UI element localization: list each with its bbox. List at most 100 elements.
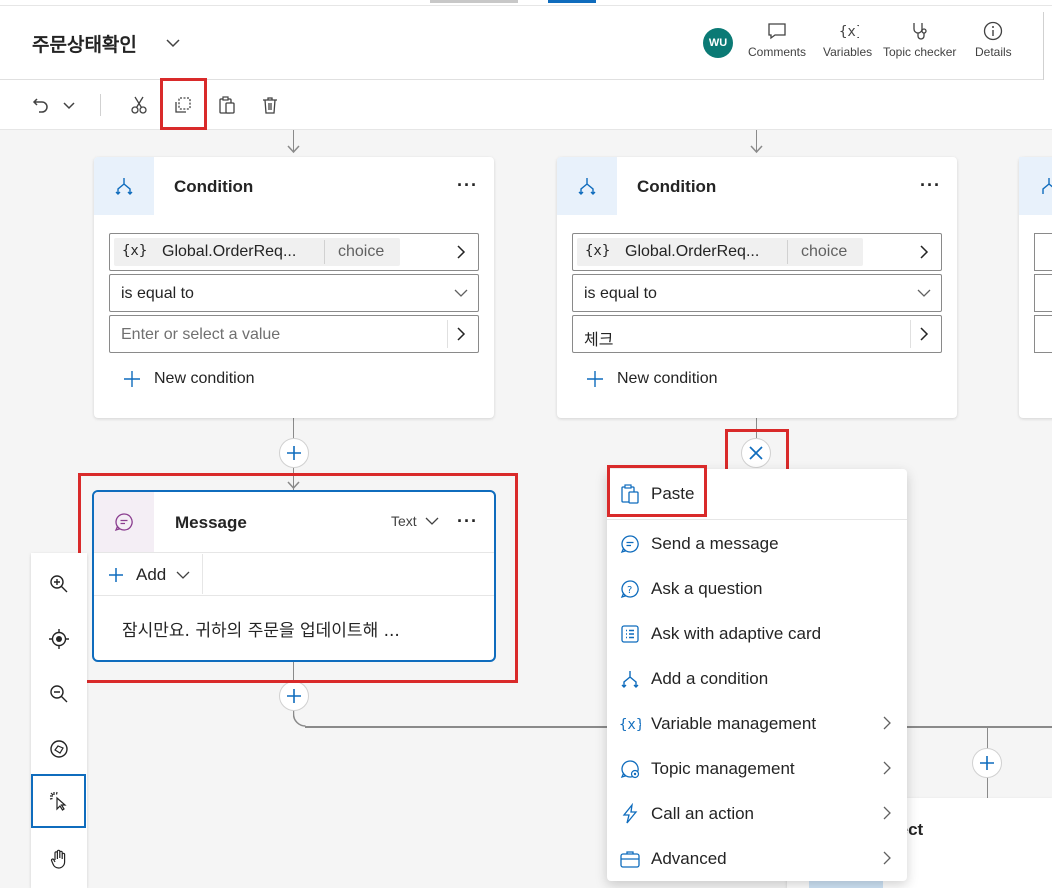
chevron-right-icon xyxy=(883,716,891,730)
value-input[interactable]: Enter or select a value xyxy=(109,315,479,353)
variable-selector-partial[interactable] xyxy=(1034,233,1052,271)
operator-dropdown[interactable]: is equal to xyxy=(572,274,942,312)
condition-icon xyxy=(578,178,596,195)
variable-icon: {x} xyxy=(619,717,641,733)
chevron-down-icon[interactable] xyxy=(164,34,182,52)
info-icon xyxy=(984,21,1003,41)
menu-item-send-message[interactable]: Send a message xyxy=(607,521,907,566)
message-card-highlight xyxy=(78,473,518,683)
delete-button[interactable] xyxy=(257,92,283,118)
plus-icon xyxy=(980,756,994,770)
condition-icon xyxy=(1042,178,1052,194)
menu-item-label: Advanced xyxy=(651,849,727,868)
authoring-canvas[interactable]: Condition ··· {x} Global.OrderReq... cho… xyxy=(0,130,1052,888)
value-input[interactable]: 체크 xyxy=(572,315,942,353)
variable-selector[interactable]: {x} Global.OrderReq... choice xyxy=(109,233,479,271)
operator-dropdown[interactable]: is equal to xyxy=(109,274,479,312)
tab-indicator-active xyxy=(548,0,596,3)
chevron-down-icon xyxy=(63,102,75,110)
menu-item-add-condition[interactable]: Add a condition xyxy=(607,656,907,701)
undo-dropdown-button[interactable] xyxy=(56,92,82,118)
condition-title: Condition xyxy=(637,177,717,196)
comments-button[interactable]: Comments xyxy=(748,20,806,59)
operator-value: is equal to xyxy=(584,285,657,302)
add-node-button[interactable] xyxy=(972,748,1002,778)
details-button[interactable]: Details xyxy=(975,20,1012,59)
lightning-icon xyxy=(622,803,638,824)
variables-button[interactable]: {x} Variables xyxy=(823,20,872,59)
cut-button[interactable] xyxy=(126,92,152,118)
zoom-out-button[interactable] xyxy=(31,667,87,721)
arrow-down-icon xyxy=(750,145,763,154)
svg-text:?: ? xyxy=(627,585,632,596)
condition-card-left[interactable]: Condition ··· {x} Global.OrderReq... cho… xyxy=(94,157,494,418)
variable-selector[interactable]: {x} Global.OrderReq... choice xyxy=(572,233,942,271)
delete-icon xyxy=(263,97,277,114)
chevron-right-icon[interactable] xyxy=(917,245,931,259)
minimap-icon xyxy=(50,740,68,758)
zoom-in-button[interactable] xyxy=(31,557,87,611)
condition-icon-box xyxy=(1019,157,1052,215)
new-condition-button[interactable]: New condition xyxy=(585,369,718,389)
chevron-right-icon[interactable] xyxy=(917,327,931,341)
operator-dropdown-partial[interactable] xyxy=(1034,274,1052,312)
new-condition-label: New condition xyxy=(617,370,718,387)
condition-icon xyxy=(621,671,639,688)
new-condition-label: New condition xyxy=(154,370,255,387)
more-options-icon[interactable]: ··· xyxy=(920,175,941,196)
chevron-right-icon xyxy=(883,806,891,820)
variables-label: Variables xyxy=(823,45,873,59)
toolbar-divider xyxy=(100,94,101,116)
details-label: Details xyxy=(975,45,1012,59)
connector-line xyxy=(305,726,607,728)
svg-text:{x}: {x} xyxy=(839,24,859,40)
topic-checker-label: Topic checker xyxy=(883,45,957,59)
menu-item-label: Add a condition xyxy=(651,669,769,688)
menu-item-topic-management[interactable]: Topic management xyxy=(607,746,907,791)
chevron-right-icon[interactable] xyxy=(454,245,468,259)
comments-label: Comments xyxy=(748,45,807,59)
question-icon: ? xyxy=(620,580,639,599)
briefcase-icon xyxy=(620,851,640,868)
paste-icon xyxy=(219,96,235,114)
menu-item-ask-question[interactable]: ? Ask a question xyxy=(607,566,907,611)
value-divider xyxy=(447,320,448,348)
add-node-button[interactable] xyxy=(279,438,309,468)
menu-divider xyxy=(607,519,907,520)
pan-mode-button[interactable] xyxy=(31,832,87,886)
variable-pill: {x} Global.OrderReq... choice xyxy=(577,238,863,266)
chevron-right-icon[interactable] xyxy=(454,327,468,341)
undo-button[interactable] xyxy=(28,92,54,118)
menu-item-adaptive-card[interactable]: Ask with adaptive card xyxy=(607,611,907,656)
condition-card-right[interactable]: Condition ··· {x} Global.OrderReq... cho… xyxy=(557,157,957,418)
topic-checker-button[interactable]: Topic checker xyxy=(883,20,956,59)
pill-divider xyxy=(324,240,325,264)
menu-item-advanced[interactable]: Advanced xyxy=(607,836,907,881)
variable-badge-icon: {x} xyxy=(122,243,148,259)
chevron-right-icon xyxy=(883,761,891,775)
menu-item-variable-management[interactable]: {x} Variable management xyxy=(607,701,907,746)
topic-title[interactable]: 주문상태확인 xyxy=(32,30,137,57)
select-mode-button[interactable] xyxy=(31,774,86,828)
menu-item-label: Call an action xyxy=(651,804,755,823)
menu-item-call-action[interactable]: Call an action xyxy=(607,791,907,836)
value-input-partial[interactable] xyxy=(1034,315,1052,353)
more-options-icon[interactable]: ··· xyxy=(457,175,478,196)
condition-icon xyxy=(115,178,133,195)
topic-icon xyxy=(620,760,640,779)
new-condition-button[interactable]: New condition xyxy=(122,369,255,389)
paste-button[interactable] xyxy=(214,92,240,118)
zoom-out-icon xyxy=(50,685,68,703)
tab-indicator-inactive xyxy=(430,0,518,3)
avatar[interactable]: WU xyxy=(703,28,733,58)
svg-text:{x}: {x} xyxy=(619,717,641,733)
paste-item-highlight xyxy=(607,465,707,517)
variable-pill: {x} Global.OrderReq... choice xyxy=(114,238,400,266)
add-node-button[interactable] xyxy=(279,681,309,711)
fit-to-view-button[interactable] xyxy=(31,612,87,666)
pointer-select-icon xyxy=(49,791,67,811)
minimap-toggle-button[interactable] xyxy=(31,722,87,776)
menu-item-label: Ask a question xyxy=(651,579,763,598)
edit-toolbar xyxy=(0,80,1052,130)
condition-card-partial[interactable] xyxy=(1019,157,1052,418)
